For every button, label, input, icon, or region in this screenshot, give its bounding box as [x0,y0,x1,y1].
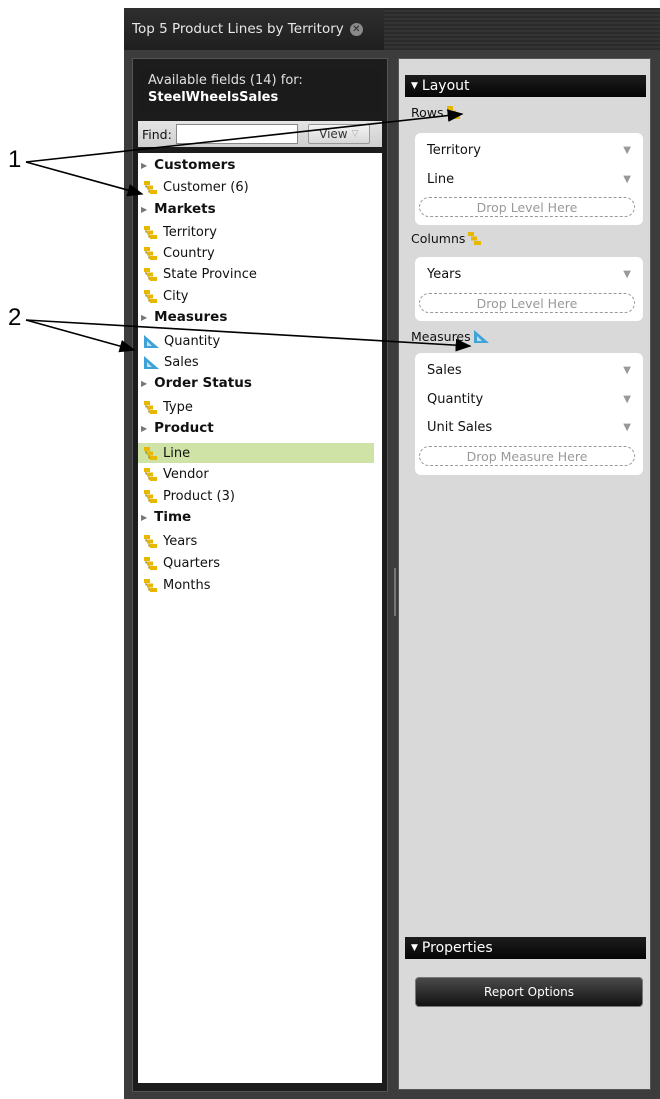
callout-1-arrow-customer [25,161,144,197]
callout-1-arrow-rows [25,109,464,163]
annotation-arrows [25,109,472,353]
callout-2-arrow-measures [25,319,472,352]
callout-2-arrow-quantity [25,319,136,353]
